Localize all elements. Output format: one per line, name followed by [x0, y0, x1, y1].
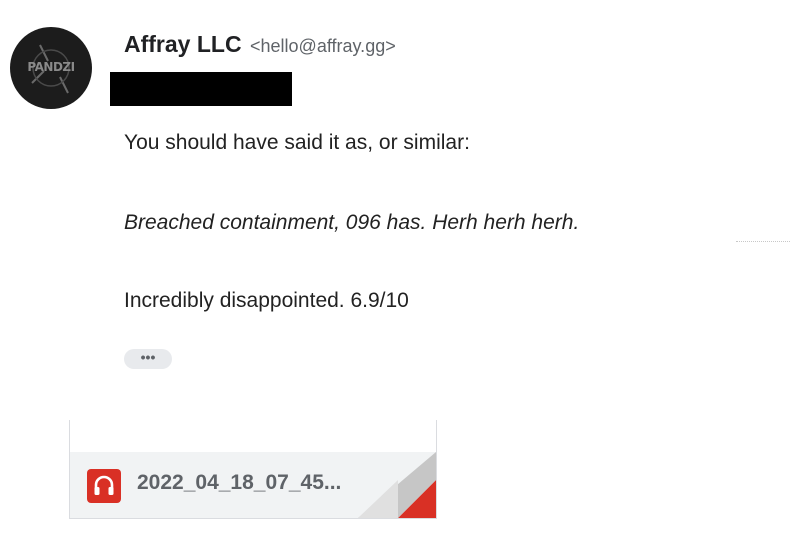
- dotted-divider: [736, 241, 790, 242]
- avatar-logo-text: PANDZI: [27, 60, 75, 74]
- message-line-1: You should have said it as, or similar:: [124, 131, 470, 154]
- message-line-2: Breached containment, 096 has. Herh herh…: [124, 211, 580, 234]
- redacted-recipient: [110, 72, 292, 106]
- headphones-icon: [87, 469, 121, 503]
- message-line-3: Incredibly disappointed. 6.9/10: [124, 289, 409, 312]
- sender-avatar[interactable]: PANDZI: [10, 27, 92, 109]
- sender-email: <hello@affray.gg>: [250, 36, 396, 56]
- sender-line: Affray LLC <hello@affray.gg>: [124, 31, 396, 58]
- sender-name[interactable]: Affray LLC: [124, 31, 242, 57]
- attachment-bar[interactable]: 2022_04_18_07_45...: [70, 452, 436, 518]
- show-trimmed-content-button[interactable]: •••: [124, 349, 172, 369]
- attachment-card[interactable]: 2022_04_18_07_45...: [69, 420, 437, 519]
- attachment-corner-fold: [358, 452, 436, 518]
- attachment-filename[interactable]: 2022_04_18_07_45...: [137, 471, 341, 495]
